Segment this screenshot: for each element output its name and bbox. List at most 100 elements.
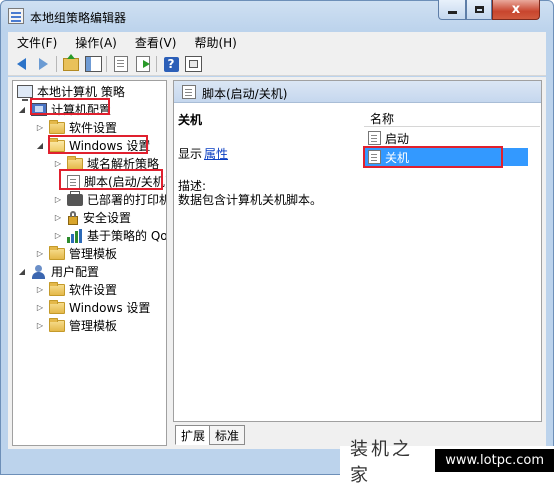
document-icon — [114, 56, 128, 72]
tree-node-computer-config[interactable]: ◢ 计算机配置 — [17, 101, 111, 118]
column-header-name[interactable]: 名称 — [364, 107, 540, 127]
properties-button[interactable] — [112, 55, 130, 73]
close-button[interactable]: x — [492, 0, 540, 20]
security-lock-icon — [67, 210, 79, 225]
export-list-button[interactable] — [134, 55, 152, 73]
expand-triangle-icon[interactable]: ▷ — [53, 195, 63, 204]
minimize-icon — [447, 11, 457, 14]
list-item-startup[interactable]: 启动 — [364, 129, 532, 147]
tree-node-label: 软件设置 — [69, 283, 118, 297]
tree-node-security-settings[interactable]: ▷ 安全设置 — [53, 209, 131, 226]
back-button[interactable] — [12, 55, 30, 73]
app-icon — [8, 8, 24, 24]
toolbar-separator — [56, 56, 57, 72]
forward-button[interactable] — [34, 55, 52, 73]
tree-node-scripts-startup-shutdown[interactable]: 脚本(启动/关机) — [67, 173, 167, 190]
folder-icon — [49, 245, 65, 260]
tree-node-windows-settings[interactable]: ◢ Windows 设置 — [35, 137, 150, 154]
script-icon — [67, 174, 80, 189]
close-icon: x — [511, 2, 521, 17]
expand-triangle-icon[interactable]: ▷ — [53, 231, 63, 240]
tree-node-label: Windows 设置 — [69, 139, 151, 153]
menu-view[interactable]: 查看(V) — [126, 34, 186, 51]
folder-icon — [49, 119, 65, 134]
tree-node-user-admin-templates[interactable]: ▷ 管理模板 — [35, 317, 117, 334]
up-level-button[interactable] — [62, 53, 80, 73]
description-text: 数据包含计算机关机脚本。 — [178, 193, 323, 207]
tree-node-label: 管理模板 — [69, 319, 118, 333]
list-item-label: 关机 — [385, 150, 410, 165]
tree-node-software-settings[interactable]: ▷ 软件设置 — [35, 119, 117, 136]
forward-arrow-icon — [38, 58, 48, 70]
menu-action[interactable]: 操作(A) — [66, 34, 126, 51]
tree-node-label: 已部署的打印机 — [87, 193, 167, 207]
details-header-bar: 脚本(启动/关机) — [174, 81, 541, 103]
tree-node-label: 管理模板 — [69, 247, 118, 261]
help-icon: ? — [163, 56, 179, 72]
maximize-button[interactable] — [466, 0, 492, 20]
user-config-icon — [31, 264, 47, 279]
script-icon — [182, 85, 196, 99]
watermark-text: 装机之家 — [350, 438, 413, 486]
folder-icon — [49, 317, 65, 332]
tree-node-label: 域名解析策略 — [87, 157, 160, 171]
tab-extended[interactable]: 扩展 — [175, 425, 212, 445]
properties-link[interactable]: 属性 — [204, 145, 228, 162]
folder-icon — [67, 155, 83, 170]
watermark: 装机之家 www.lotpc.com — [340, 439, 554, 486]
collapse-triangle-icon[interactable]: ◢ — [17, 105, 27, 114]
pane-icon — [184, 56, 202, 72]
list-item-label: 启动 — [385, 131, 410, 146]
tree-node-user-windows-settings[interactable]: ▷ Windows 设置 — [35, 299, 150, 316]
selected-item-title: 关机 — [178, 113, 203, 127]
folder-icon — [49, 281, 65, 296]
printer-icon — [67, 190, 83, 206]
expand-triangle-icon[interactable]: ▷ — [35, 285, 45, 294]
expand-triangle-icon[interactable]: ▷ — [53, 213, 63, 222]
maximize-icon — [474, 6, 484, 13]
show-hide-tree-button[interactable] — [84, 55, 102, 73]
toolbar: ? — [8, 52, 546, 76]
help-button[interactable]: ? — [162, 55, 180, 73]
folder-up-icon — [63, 53, 79, 71]
tree-node-label: 计算机配置 — [51, 103, 112, 117]
export-icon — [136, 56, 150, 72]
console-tree: 本地计算机 策略 ◢ 计算机配置 ▷ 软件设置 ◢ Windows 设置 ▷ 域… — [12, 80, 167, 446]
show-pane-button[interactable] — [184, 55, 202, 73]
tree-node-label: 用户配置 — [51, 265, 100, 279]
expand-triangle-icon[interactable]: ▷ — [53, 159, 63, 168]
tree-node-admin-templates[interactable]: ▷ 管理模板 — [35, 245, 117, 262]
menu-file[interactable]: 文件(F) — [8, 34, 66, 51]
expand-triangle-icon[interactable]: ▷ — [35, 123, 45, 132]
tree-node-label: 软件设置 — [69, 121, 118, 135]
menu-bar: 文件(F) 操作(A) 查看(V) 帮助(H) — [8, 32, 546, 52]
expand-triangle-icon[interactable]: ▷ — [35, 303, 45, 312]
tab-standard[interactable]: 标准 — [209, 425, 246, 445]
tree-node-label: 脚本(启动/关机) — [84, 175, 167, 189]
tree-node-label: 基于策略的 QoS — [87, 229, 167, 243]
folder-icon — [49, 299, 65, 314]
back-arrow-icon — [16, 58, 26, 70]
show-label: 显示 — [178, 147, 203, 161]
tree-node-user-config[interactable]: ◢ 用户配置 — [17, 263, 99, 280]
menu-help[interactable]: 帮助(H) — [185, 34, 245, 51]
computer-icon — [17, 85, 33, 101]
details-pane: 脚本(启动/关机) 关机 显示 属性 描述: 数据包含计算机关机脚本。 名称 启… — [173, 80, 542, 422]
tree-node-label: Windows 设置 — [69, 301, 151, 315]
folder-open-icon — [49, 137, 65, 152]
collapse-triangle-icon[interactable]: ◢ — [35, 141, 45, 150]
tree-node-local-policy[interactable]: 本地计算机 策略 — [17, 83, 125, 101]
tree-node-deployed-printers[interactable]: ▷ 已部署的打印机 — [53, 190, 167, 208]
tree-node-policy-qos[interactable]: ▷ 基于策略的 QoS — [53, 227, 167, 244]
toolbar-separator — [156, 56, 157, 72]
collapse-triangle-icon[interactable]: ◢ — [17, 267, 27, 276]
minimize-button[interactable] — [438, 0, 466, 20]
tree-node-label: 安全设置 — [83, 211, 132, 225]
expand-triangle-icon[interactable]: ▷ — [35, 249, 45, 258]
expand-triangle-icon[interactable]: ▷ — [35, 321, 45, 330]
computer-config-icon — [31, 103, 47, 116]
list-item-shutdown[interactable]: 关机 — [364, 148, 528, 166]
tree-node-name-resolution[interactable]: ▷ 域名解析策略 — [53, 155, 159, 172]
script-icon — [368, 150, 381, 164]
tree-node-user-software-settings[interactable]: ▷ 软件设置 — [35, 281, 117, 298]
